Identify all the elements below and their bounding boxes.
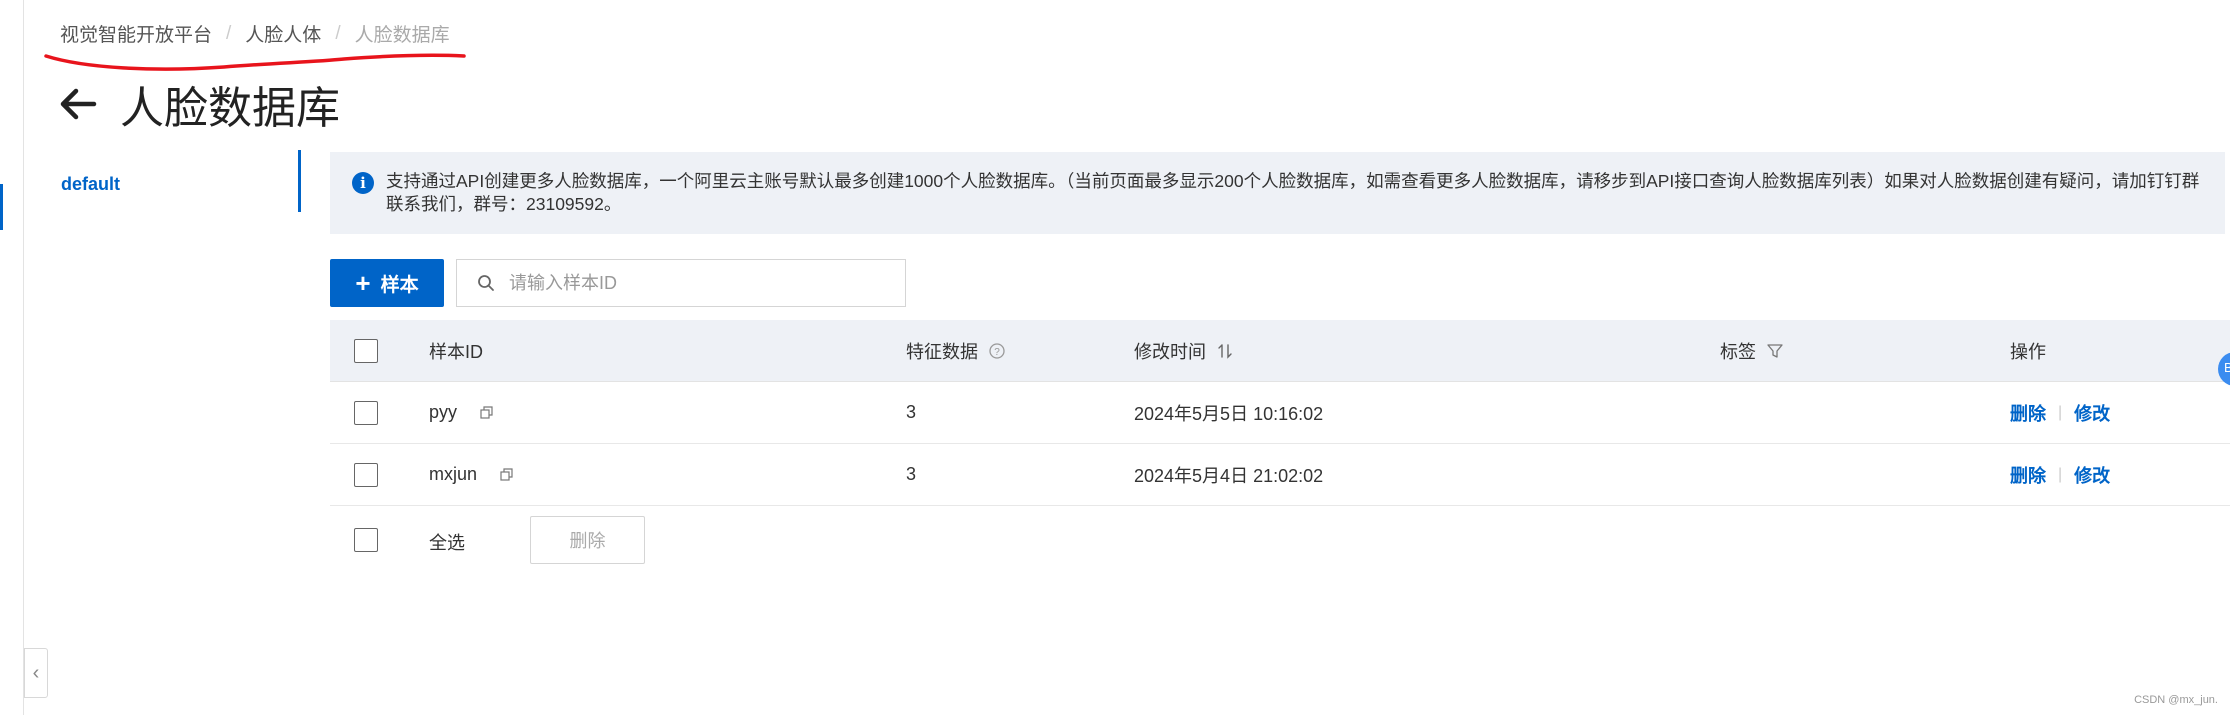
add-sample-button[interactable]: + 样本 [330, 259, 444, 307]
svg-text:?: ? [994, 347, 1000, 358]
action-separator: | [2058, 465, 2063, 483]
page-header: 人脸数据库 [58, 72, 340, 136]
feature-count: 3 [906, 402, 917, 422]
bulk-delete-button[interactable]: 删除 [530, 516, 645, 564]
header-features: 特征数据 ? [906, 320, 1006, 381]
table-row: mxjun 3 2024年5月4日 21:02:02 删除 | 修改 [330, 444, 2230, 506]
info-icon: i [352, 172, 374, 194]
header-features-label: 特征数据 [906, 341, 978, 362]
action-separator: | [2058, 403, 2063, 421]
sample-id-cell: mxjun [429, 444, 515, 505]
left-rail-active-marker [0, 184, 3, 230]
actions-cell: 删除 | 修改 [2010, 444, 2110, 505]
arrow-left-icon [60, 88, 97, 120]
search-box[interactable] [456, 259, 906, 307]
floating-button-label: B [2224, 360, 2230, 375]
help-icon[interactable]: ? [988, 342, 1006, 360]
feature-count: 3 [906, 464, 917, 484]
header-modified-time: 修改时间 [1134, 320, 1234, 381]
edit-link[interactable]: 修改 [2074, 462, 2110, 488]
breadcrumb-item-current: 人脸数据库 [354, 25, 450, 46]
collapse-sidebar-button[interactable]: ‹ [24, 648, 48, 698]
row-checkbox-cell [354, 444, 378, 505]
table-header: 样本ID 特征数据 ? 修改时间 标签 操作 [330, 320, 2230, 382]
samples-table: 样本ID 特征数据 ? 修改时间 标签 操作 pyy 3 2024年5月5日 1… [330, 320, 2230, 506]
table-row: pyy 3 2024年5月5日 10:16:02 删除 | 修改 [330, 382, 2230, 444]
search-icon [478, 275, 494, 291]
sample-id-cell: pyy [429, 382, 495, 443]
add-sample-label: 样本 [380, 274, 419, 296]
copy-icon[interactable] [499, 467, 515, 483]
breadcrumb-item-platform[interactable]: 视觉智能开放平台 [60, 20, 212, 47]
database-item-default[interactable]: default [61, 174, 120, 195]
breadcrumb: 视觉智能开放平台 / 人脸人体 / 人脸数据库 [60, 20, 450, 47]
select-all-checkbox[interactable] [354, 528, 378, 552]
header-sample-id: 样本ID [429, 341, 483, 362]
breadcrumb-separator: / [335, 22, 341, 44]
notice-banner: i 支持通过API创建更多人脸数据库，一个阿里云主账号默认最多创建1000个人脸… [330, 152, 2225, 234]
modified-time: 2024年5月4日 21:02:02 [1134, 465, 1324, 486]
sample-id: pyy [429, 402, 458, 422]
left-rail [0, 0, 24, 715]
breadcrumb-item-face-body[interactable]: 人脸人体 [245, 20, 321, 47]
plus-icon: + [355, 268, 371, 298]
row-checkbox[interactable] [354, 462, 378, 487]
page-title: 人脸数据库 [120, 84, 340, 133]
chevron-left-icon: ‹ [32, 661, 40, 684]
header-checkbox-cell [354, 320, 378, 381]
notice-text: 支持通过API创建更多人脸数据库，一个阿里云主账号默认最多创建1000个人脸数据… [386, 171, 2200, 214]
select-all-checkbox-header[interactable] [354, 338, 378, 363]
delete-link[interactable]: 删除 [2010, 400, 2046, 426]
back-button[interactable] [58, 84, 98, 124]
actions-cell: 删除 | 修改 [2010, 382, 2110, 443]
row-checkbox-cell [354, 382, 378, 443]
filter-icon[interactable] [1766, 342, 1784, 360]
header-tags-label: 标签 [1720, 341, 1756, 362]
toolbar: + 样本 [330, 259, 906, 307]
watermark: CSDN @mx_jun. [2134, 694, 2218, 706]
sort-icon[interactable] [1216, 342, 1234, 360]
edit-link[interactable]: 修改 [2074, 400, 2110, 426]
delete-link[interactable]: 删除 [2010, 462, 2046, 488]
modified-time: 2024年5月5日 10:16:02 [1134, 403, 1324, 424]
row-checkbox[interactable] [354, 400, 378, 425]
database-list: default [24, 150, 301, 212]
header-modified-label: 修改时间 [1134, 341, 1206, 362]
search-input[interactable] [509, 272, 889, 294]
table-footer: 全选 删除 [330, 516, 930, 566]
breadcrumb-separator: / [226, 22, 232, 44]
header-tags: 标签 [1720, 320, 1784, 381]
header-actions: 操作 [2010, 341, 2046, 362]
copy-icon[interactable] [479, 405, 495, 421]
sample-id: mxjun [429, 464, 478, 484]
select-all-label: 全选 [429, 533, 465, 553]
